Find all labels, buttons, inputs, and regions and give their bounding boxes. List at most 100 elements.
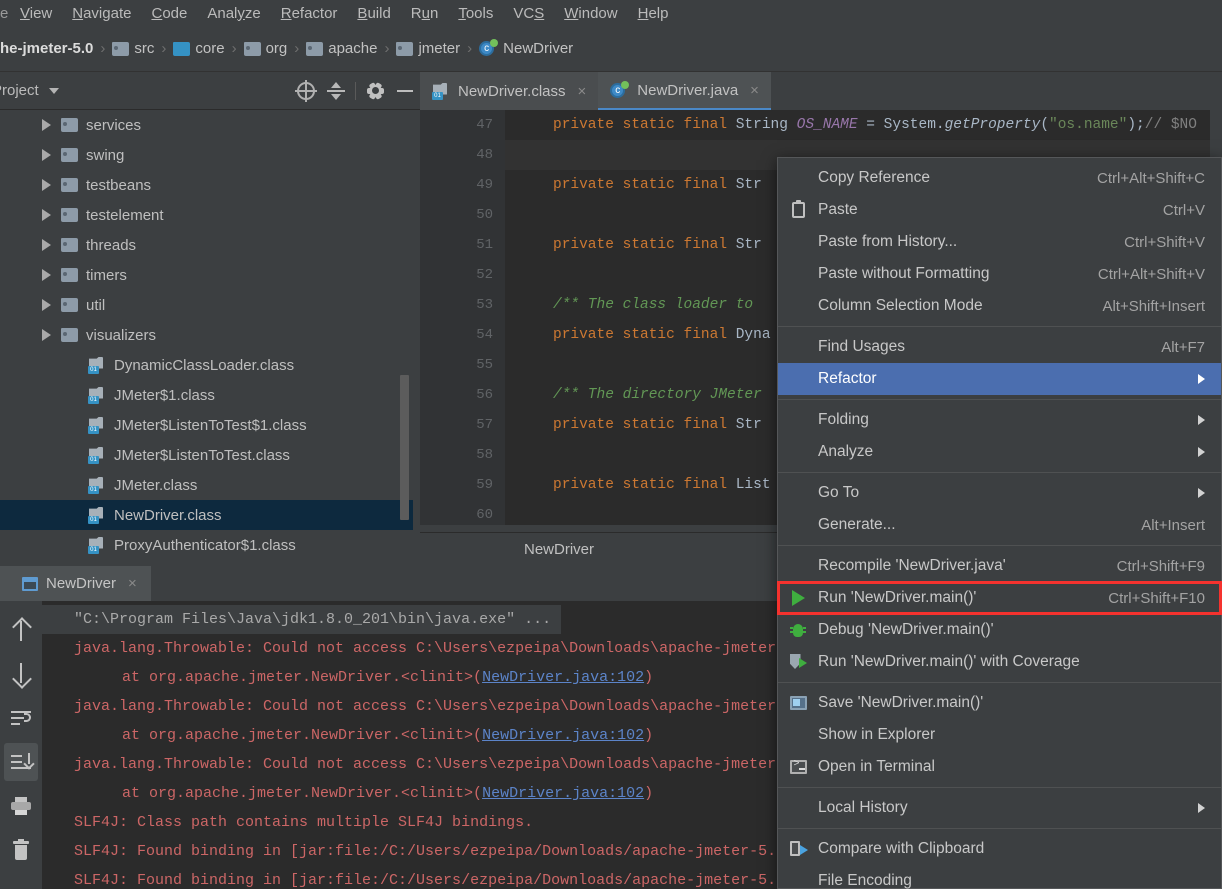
close-icon[interactable]: × [750,82,759,99]
breadcrumb-item-apache[interactable]: apache [306,40,377,57]
locate-button[interactable] [291,76,321,106]
tree-node-threads[interactable]: threads [0,230,413,260]
collapse-all-button[interactable] [321,76,351,106]
menu-item-paste[interactable]: Paste Ctrl+V [778,194,1221,226]
expand-triangle-icon[interactable] [42,269,51,281]
hide-panel-button[interactable] [390,76,420,106]
expand-triangle-icon[interactable] [42,179,51,191]
menu-item-save-config[interactable]: Save 'NewDriver.main()' [778,687,1221,719]
tree-file-jmeter-listentotest1[interactable]: 01 JMeter$ListenToTest$1.class [0,410,413,440]
down-arrow-button[interactable] [4,655,38,693]
menu-item-tools[interactable]: Tools [448,5,503,22]
clear-all-button[interactable] [4,831,38,869]
clipboard-icon [788,200,808,220]
breadcrumb-item-org[interactable]: org [243,40,287,57]
editor-gutter[interactable]: 47 48 49 50 51 52 53 54 55 56 57 58 59 6… [420,110,505,525]
class-file-icon: 01 [88,476,106,494]
project-panel-title[interactable]: Project [0,82,39,99]
tree-file-newdriver[interactable]: 01 NewDriver.class [0,500,413,530]
tree-node-services[interactable]: services [0,110,413,140]
line-number: 59 [476,477,493,493]
menu-item-show-in-explorer[interactable]: Show in Explorer [778,719,1221,751]
menu-item-find-usages[interactable]: Find Usages Alt+F7 [778,331,1221,363]
chevron-down-icon[interactable] [48,87,59,94]
breadcrumb-item-project[interactable]: he-jmeter-5.0 [0,40,93,57]
breadcrumb-item-jmeter[interactable]: jmeter [396,40,460,57]
tree-node-label: ProxyAuthenticator$1.class [114,536,296,554]
tab-newdriver-java[interactable]: NewDriver.java × [598,72,771,110]
close-icon[interactable]: × [128,575,137,592]
menu-item-open-in-terminal[interactable]: Open in Terminal [778,751,1221,783]
toolbar-divider [355,81,356,100]
menu-item-run[interactable]: Run [401,5,449,22]
tree-node-label: swing [86,146,125,164]
settings-button[interactable] [360,76,390,106]
soft-wrap-button[interactable] [4,699,38,737]
menu-item-paste-without-formatting[interactable]: Paste without Formatting Ctrl+Alt+Shift+… [778,258,1221,290]
expand-triangle-icon[interactable] [42,239,51,251]
menu-item-recompile[interactable]: Recompile 'NewDriver.java' Ctrl+Shift+F9 [778,550,1221,582]
tree-file-jmeter1[interactable]: 01 JMeter$1.class [0,380,413,410]
tree-file-jmeter[interactable]: 01 JMeter.class [0,470,413,500]
stacktrace-link[interactable]: NewDriver.java:102 [482,785,644,802]
stacktrace-link[interactable]: NewDriver.java:102 [482,669,644,686]
breadcrumb-item-src[interactable]: src [112,40,154,57]
tree-node-swing[interactable]: swing [0,140,413,170]
close-icon[interactable]: × [578,83,587,100]
tree-node-label: DynamicClassLoader.class [114,356,295,374]
menu-item-code[interactable]: Code [141,5,197,22]
expand-triangle-icon[interactable] [42,209,51,221]
breadcrumb-item-core[interactable]: core [173,40,225,57]
tree-node-label: threads [86,236,137,254]
menu-item-go-to[interactable]: Go To [778,477,1221,509]
menu-item-run-main[interactable]: Run 'NewDriver.main()' Ctrl+Shift+F10 [777,581,1222,615]
scroll-to-end-button[interactable] [4,743,38,781]
menu-item-clipped[interactable]: e [0,5,10,22]
gear-icon [366,81,384,100]
tree-node-testelement[interactable]: testelement [0,200,413,230]
expand-triangle-icon[interactable] [42,119,51,131]
menu-item-view[interactable]: View [10,5,62,22]
menu-item-navigate[interactable]: Navigate [62,5,141,22]
up-arrow-button[interactable] [4,611,38,649]
menu-item-label: Copy Reference [818,169,931,186]
tab-newdriver-class[interactable]: 01 NewDriver.class × [420,72,599,110]
tree-node-visualizers[interactable]: visualizers [0,320,413,350]
tree-node-timers[interactable]: timers [0,260,413,290]
tree-file-dynamicclassloader[interactable]: 01 DynamicClassLoader.class [0,350,413,380]
run-tab-newdriver[interactable]: NewDriver × [0,566,151,601]
menu-item-copy-reference[interactable]: Copy Reference Ctrl+Alt+Shift+C [778,162,1221,194]
class-file-icon: 01 [88,356,106,374]
menu-item-refactor[interactable]: Refactor [271,5,348,22]
menu-item-analyze[interactable]: Analyze [197,5,270,22]
menu-item-refactor[interactable]: Refactor [778,363,1221,395]
expand-triangle-icon[interactable] [42,149,51,161]
breadcrumb-item-newdriver[interactable]: NewDriver [479,39,573,58]
menu-item-column-selection-mode[interactable]: Column Selection Mode Alt+Shift+Insert [778,290,1221,322]
menu-item-run-with-coverage[interactable]: Run 'NewDriver.main()' with Coverage [778,646,1221,678]
tree-node-util[interactable]: util [0,290,413,320]
breadcrumb-label: src [134,40,155,57]
menu-item-generate[interactable]: Generate... Alt+Insert [778,509,1221,541]
menu-item-compare-with-clipboard[interactable]: Compare with Clipboard [778,833,1221,865]
tree-file-jmeter-listentotest[interactable]: 01 JMeter$ListenToTest.class [0,440,413,470]
tree-node-testbeans[interactable]: testbeans [0,170,413,200]
tree-file-proxyauthenticator1[interactable]: 01 ProxyAuthenticator$1.class [0,530,413,560]
menu-item-file-encoding[interactable]: File Encoding [778,865,1221,889]
menu-item-window[interactable]: Window [554,5,627,22]
menu-item-build[interactable]: Build [347,5,400,22]
menu-item-vcs[interactable]: VCS [503,5,554,22]
expand-triangle-icon[interactable] [42,329,51,341]
menu-item-folding[interactable]: Folding [778,404,1221,436]
menu-item-help[interactable]: Help [628,5,679,22]
menu-item-analyze[interactable]: Analyze [778,436,1221,468]
expand-triangle-icon[interactable] [42,299,51,311]
menu-item-local-history[interactable]: Local History [778,792,1221,824]
print-button[interactable] [4,787,38,825]
tree-node-label: testbeans [86,176,152,194]
menu-item-debug-main[interactable]: Debug 'NewDriver.main()' [778,614,1221,646]
project-tree-scrollbar[interactable] [400,375,409,520]
stacktrace-link[interactable]: NewDriver.java:102 [482,727,644,744]
chevron-right-icon [1198,374,1205,384]
menu-item-paste-from-history[interactable]: Paste from History... Ctrl+Shift+V [778,226,1221,258]
